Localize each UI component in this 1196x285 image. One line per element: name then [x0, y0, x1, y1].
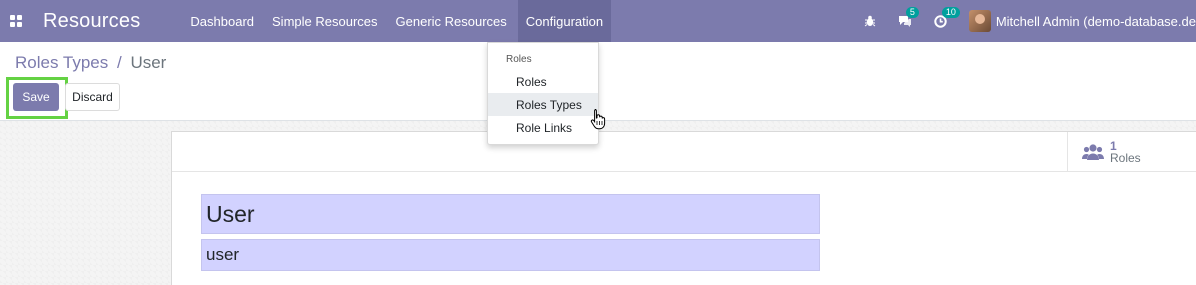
apps-grid-icon: [10, 15, 22, 27]
top-navbar: Resources Dashboard Simple Resources Gen…: [0, 0, 1196, 42]
debug-bug-icon[interactable]: [864, 15, 876, 27]
menu-generic-resources[interactable]: Generic Resources: [387, 0, 516, 42]
save-button[interactable]: Save: [13, 83, 59, 111]
activities-clock-icon[interactable]: 10: [934, 6, 960, 28]
dropdown-item-roles-types[interactable]: Roles Types: [488, 93, 598, 116]
form-sheet: 1 Roles User user: [171, 131, 1196, 285]
dropdown-item-role-links[interactable]: Role Links: [488, 116, 598, 139]
menu-dashboard[interactable]: Dashboard: [181, 0, 263, 42]
roles-stat-button[interactable]: 1 Roles: [1067, 132, 1196, 172]
systray: 5 10 Mitchell Admin (demo-database.de: [864, 0, 1196, 42]
breadcrumb-current: User: [130, 53, 167, 72]
discard-button[interactable]: Discard: [65, 83, 120, 111]
user-name: Mitchell Admin (demo-database.de: [995, 13, 1196, 29]
button-box: 1 Roles: [172, 132, 1196, 172]
code-field[interactable]: user: [201, 239, 820, 271]
activities-badge: 10: [941, 6, 960, 18]
roles-label: Roles: [1110, 151, 1141, 165]
app-title[interactable]: Resources: [43, 10, 140, 33]
configuration-dropdown: Roles Roles Roles Types Role Links: [487, 42, 599, 145]
breadcrumb-separator: /: [116, 53, 122, 72]
dropdown-section-header: Roles: [506, 54, 532, 65]
stat-text: 1 Roles: [1110, 140, 1141, 164]
dropdown-item-roles[interactable]: Roles: [488, 70, 598, 93]
hand-pointer-icon: [590, 109, 606, 130]
breadcrumb: Roles Types / User: [15, 53, 166, 73]
messages-badge: 5: [905, 6, 919, 18]
users-icon: [1082, 144, 1104, 160]
menu-simple-resources[interactable]: Simple Resources: [263, 0, 387, 42]
menu-configuration[interactable]: Configuration: [517, 0, 612, 42]
user-menu[interactable]: Mitchell Admin (demo-database.de: [968, 10, 1196, 32]
messages-icon[interactable]: 5: [898, 6, 919, 28]
apps-menu-button[interactable]: [0, 0, 32, 42]
avatar: [968, 10, 991, 32]
name-field[interactable]: User: [201, 194, 820, 234]
breadcrumb-parent[interactable]: Roles Types: [15, 53, 108, 72]
